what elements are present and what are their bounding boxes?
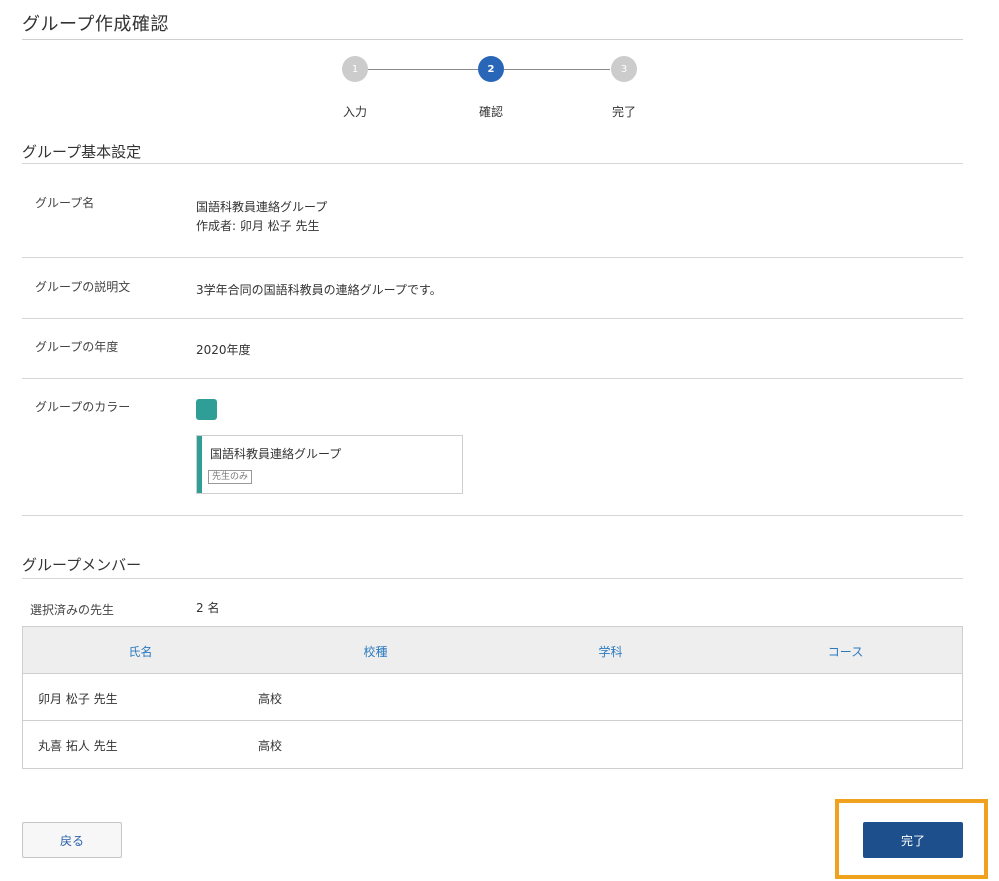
- group-name-value: 国語科教員連絡グループ 作成者: 卯月 松子 先生: [196, 198, 327, 236]
- complete-button[interactable]: 完了: [863, 822, 963, 858]
- step-1-circle: 1: [342, 56, 368, 82]
- group-year-value: 2020年度: [196, 343, 251, 357]
- page-title: グループ作成確認: [22, 14, 169, 35]
- members-heading: グループメンバー: [22, 556, 142, 574]
- selected-teachers-count: 2 名: [196, 601, 220, 615]
- group-description-label: グループの説明文: [35, 280, 131, 294]
- step-2-label: 確認: [478, 105, 503, 119]
- step-3-circle: 3: [611, 56, 637, 82]
- member-name: 丸喜 拓人 先生: [38, 739, 118, 753]
- back-button[interactable]: 戻る: [22, 822, 122, 858]
- members-divider: [22, 578, 963, 579]
- basic-settings-heading: グループ基本設定: [22, 143, 142, 161]
- column-header-name[interactable]: 氏名: [23, 643, 258, 660]
- column-header-department[interactable]: 学科: [493, 643, 728, 660]
- group-name-label: グループ名: [35, 196, 95, 210]
- member-name: 卯月 松子 先生: [38, 692, 118, 706]
- table-header-row: 氏名 校種 学科 コース: [23, 627, 962, 674]
- member-school: 高校: [258, 692, 283, 706]
- title-divider: [22, 39, 963, 40]
- preview-group-name: 国語科教員連絡グループ: [210, 447, 342, 461]
- group-color-swatch: [196, 399, 217, 420]
- selected-teachers-label: 選択済みの先生: [30, 603, 115, 617]
- group-preview-card: 国語科教員連絡グループ 先生のみ: [196, 435, 463, 494]
- member-school: 高校: [258, 739, 283, 753]
- progress-stepper: 1 2 3 入力 確認 完了: [0, 56, 999, 126]
- step-1-label: 入力: [342, 105, 367, 119]
- row-divider: [22, 378, 963, 379]
- preview-color-bar: [197, 436, 202, 493]
- basic-settings-divider: [22, 163, 963, 164]
- row-divider: [22, 318, 963, 319]
- step-2-circle: 2: [478, 56, 504, 82]
- group-name-text: 国語科教員連絡グループ: [196, 200, 328, 214]
- group-color-label: グループのカラー: [35, 400, 131, 414]
- group-creator-text: 作成者: 卯月 松子 先生: [196, 219, 320, 233]
- group-description-value: 3学年合同の国語科教員の連絡グループです。: [196, 283, 442, 297]
- table-row: 丸喜 拓人 先生 高校: [23, 721, 962, 768]
- step-connector-2-3: [504, 69, 610, 70]
- preview-teachers-only-badge: 先生のみ: [208, 470, 253, 484]
- members-table: 氏名 校種 学科 コース 卯月 松子 先生 高校 丸喜 拓人 先生 高校: [22, 626, 963, 769]
- step-3-label: 完了: [611, 105, 636, 119]
- step-connector-1-2: [368, 69, 478, 70]
- group-year-label: グループの年度: [35, 340, 119, 354]
- column-header-course[interactable]: コース: [728, 643, 963, 660]
- row-divider: [22, 515, 963, 516]
- row-divider: [22, 257, 963, 258]
- column-header-school[interactable]: 校種: [258, 643, 493, 660]
- table-row: 卯月 松子 先生 高校: [23, 674, 962, 721]
